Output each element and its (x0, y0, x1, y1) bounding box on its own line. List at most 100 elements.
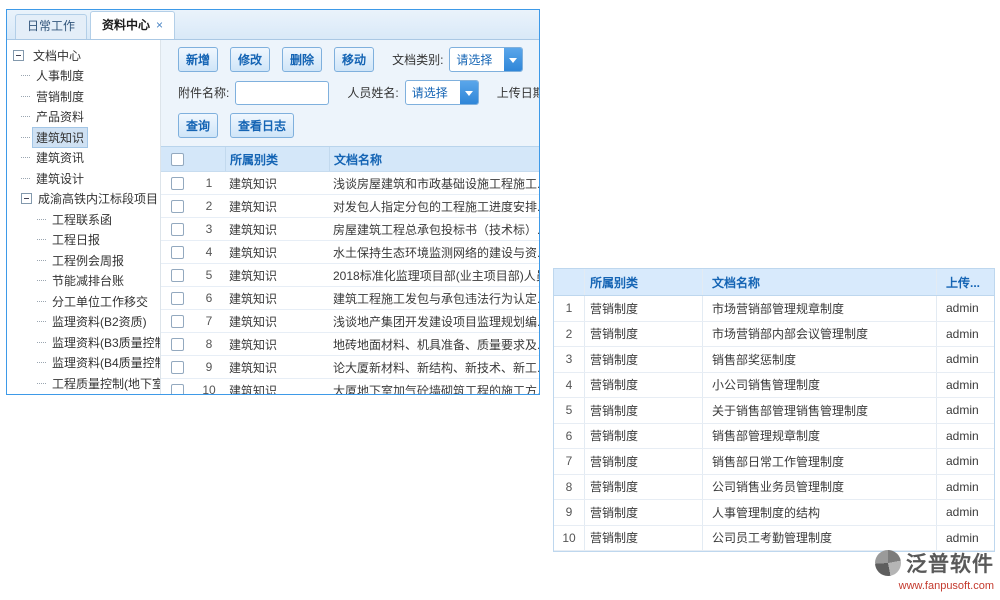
tree-item[interactable]: 工程联系函 (7, 209, 160, 230)
tree-root[interactable]: 文档中心 (7, 45, 160, 66)
checkbox-cell (161, 292, 193, 305)
marketing-doc-row[interactable]: 8营销制度公司销售业务员管理制度admin (554, 475, 994, 501)
marketing-doc-row[interactable]: 6营销制度销售部管理规章制度admin (554, 424, 994, 450)
row-checkbox[interactable] (171, 338, 184, 351)
tree-item-label: 工程联系函 (49, 210, 115, 229)
marketing-doc-row[interactable]: 3营销制度销售部奖惩制度admin (554, 347, 994, 373)
document-row[interactable]: 7建筑知识浅谈地产集团开发建设项目监理规划编... (161, 310, 539, 333)
document-row[interactable]: 9建筑知识论大厦新材料、新结构、新技术、新工... (161, 356, 539, 379)
cell-number: 8 (193, 337, 225, 351)
cell-uploader: admin (936, 449, 994, 474)
attachment-name-input[interactable] (235, 81, 329, 105)
doc-category-value: 请选择 (450, 51, 504, 68)
cell-doc-name: 销售部奖惩制度 (702, 347, 936, 372)
brand-name: 泛普软件 (906, 548, 994, 578)
marketing-doc-row[interactable]: 7营销制度销售部日常工作管理制度admin (554, 449, 994, 475)
dropdown-arrow-icon[interactable] (460, 81, 478, 104)
row-checkbox[interactable] (171, 384, 184, 395)
delete-button[interactable]: 删除 (282, 47, 322, 72)
tree-item[interactable]: 监理资料(B2资质) (7, 312, 160, 333)
cell-doc-name: 建筑工程施工发包与承包违法行为认定... (329, 290, 539, 307)
tab-daily-work[interactable]: 日常工作 (15, 14, 87, 39)
tab-data-center[interactable]: 资料中心 × (90, 11, 175, 39)
row-checkbox[interactable] (171, 269, 184, 282)
tree-connector (37, 219, 46, 220)
tree-item[interactable]: 节能减排台账 (7, 271, 160, 292)
tree-item[interactable]: 工程质量控制(地下室) (7, 373, 160, 394)
dropdown-arrow-icon[interactable] (504, 48, 522, 71)
marketing-doc-row[interactable]: 9营销制度人事管理制度的结构admin (554, 500, 994, 526)
tree-item[interactable]: 监理资料(B4质量控制) (7, 353, 160, 374)
cell-category: 建筑知识 (225, 290, 329, 307)
checkbox-cell (161, 384, 193, 395)
tree-item[interactable]: 建筑设计 (7, 168, 160, 189)
tree-item[interactable]: 工程例会周报 (7, 250, 160, 271)
marketing-doc-row[interactable]: 1营销制度市场营销部管理规章制度admin (554, 296, 994, 322)
row-checkbox[interactable] (171, 177, 184, 190)
marketing-doc-row[interactable]: 5营销制度关于销售部管理销售管理制度admin (554, 398, 994, 424)
row-checkbox[interactable] (171, 361, 184, 374)
doc-category-label: 文档类别: (392, 51, 443, 68)
document-row[interactable]: 4建筑知识水土保持生态环境监测网络的建设与资... (161, 241, 539, 264)
tree-item-label: 建筑知识 (33, 128, 87, 147)
tree-item[interactable]: 成渝高铁内江标段项目 (7, 189, 160, 210)
tree-item[interactable]: 营销制度 (7, 86, 160, 107)
tab-bar: 日常工作 资料中心 × (7, 10, 539, 40)
row-checkbox[interactable] (171, 315, 184, 328)
cell-number: 10 (193, 383, 225, 394)
doc-name-column-header[interactable]: 文档名称 (329, 147, 539, 171)
query-button[interactable]: 查询 (178, 113, 218, 138)
document-row[interactable]: 5建筑知识2018标准化监理项目部(业主项目部)人员... (161, 264, 539, 287)
cell-category: 建筑知识 (225, 198, 329, 215)
uploader-column-header[interactable]: 上传... (936, 269, 994, 295)
tree-item[interactable]: 工程日报 (7, 230, 160, 251)
tree-item-label: 建筑资讯 (33, 148, 87, 167)
table-body: 1营销制度市场营销部管理规章制度admin2营销制度市场营销部内部会议管理制度a… (554, 296, 994, 551)
row-checkbox[interactable] (171, 246, 184, 259)
cell-number: 7 (193, 314, 225, 328)
document-row[interactable]: 1建筑知识浅谈房屋建筑和市政基础设施工程施工... (161, 172, 539, 195)
tree-item[interactable]: 分工单位工作移交 (7, 291, 160, 312)
row-checkbox[interactable] (171, 223, 184, 236)
tree-item[interactable]: 人事制度 (7, 66, 160, 87)
collapse-icon[interactable] (13, 50, 24, 61)
marketing-doc-row[interactable]: 4营销制度小公司销售管理制度admin (554, 373, 994, 399)
content-panel: 新增修改删除移动 文档类别: 请选择 文档名称: 附件名称: 人员姓名: (161, 40, 539, 394)
person-name-select[interactable]: 请选择 (405, 80, 479, 105)
checkbox-cell (161, 246, 193, 259)
document-row[interactable]: 8建筑知识地砖地面材料、机具准备、质量要求及... (161, 333, 539, 356)
window-body: 文档中心 人事制度营销制度产品资料建筑知识建筑资讯建筑设计成渝高铁内江标段项目工… (7, 40, 539, 394)
select-all-checkbox[interactable] (171, 153, 184, 166)
tree-item-label: 建筑设计 (33, 169, 87, 188)
document-row[interactable]: 2建筑知识对发包人指定分包的工程施工进度安排... (161, 195, 539, 218)
doc-name-column-header[interactable]: 文档名称 (702, 269, 936, 295)
move-button[interactable]: 移动 (334, 47, 374, 72)
tree-item[interactable]: 建筑知识 (7, 127, 160, 148)
document-row[interactable]: 6建筑知识建筑工程施工发包与承包违法行为认定... (161, 287, 539, 310)
tree-item[interactable]: 产品资料 (7, 107, 160, 128)
category-column-header[interactable]: 所属别类 (584, 269, 702, 295)
row-checkbox[interactable] (171, 292, 184, 305)
modify-button[interactable]: 修改 (230, 47, 270, 72)
add-button[interactable]: 新增 (178, 47, 218, 72)
document-row[interactable]: 10建筑知识大厦地下室加气砼墙砌筑工程的施工方... (161, 379, 539, 394)
cell-number: 3 (193, 222, 225, 236)
close-tab-icon[interactable]: × (156, 14, 163, 37)
tree-item[interactable]: 监理资料(B3质量控制) (7, 332, 160, 353)
cell-number: 4 (554, 378, 584, 392)
collapse-icon[interactable] (21, 193, 32, 204)
cell-category: 营销制度 (584, 449, 702, 474)
cell-category: 建筑知识 (225, 267, 329, 284)
row-checkbox[interactable] (171, 200, 184, 213)
tree-item[interactable]: 监理资料(B5质量控制) (7, 394, 160, 395)
marketing-documents-table: 所属别类 文档名称 上传... 1营销制度市场营销部管理规章制度admin2营销… (553, 268, 995, 552)
tree-item[interactable]: 建筑资讯 (7, 148, 160, 169)
document-row[interactable]: 3建筑知识房屋建筑工程总承包投标书（技术标）... (161, 218, 539, 241)
cell-uploader: admin (936, 500, 994, 525)
tree-item-label: 工程质量控制(地下室) (49, 374, 160, 393)
view-log-button[interactable]: 查看日志 (230, 113, 294, 138)
marketing-doc-row[interactable]: 2营销制度市场营销部内部会议管理制度admin (554, 322, 994, 348)
category-column-header[interactable]: 所属别类 (225, 147, 329, 171)
cell-uploader: admin (936, 347, 994, 372)
doc-category-select[interactable]: 请选择 (449, 47, 523, 72)
